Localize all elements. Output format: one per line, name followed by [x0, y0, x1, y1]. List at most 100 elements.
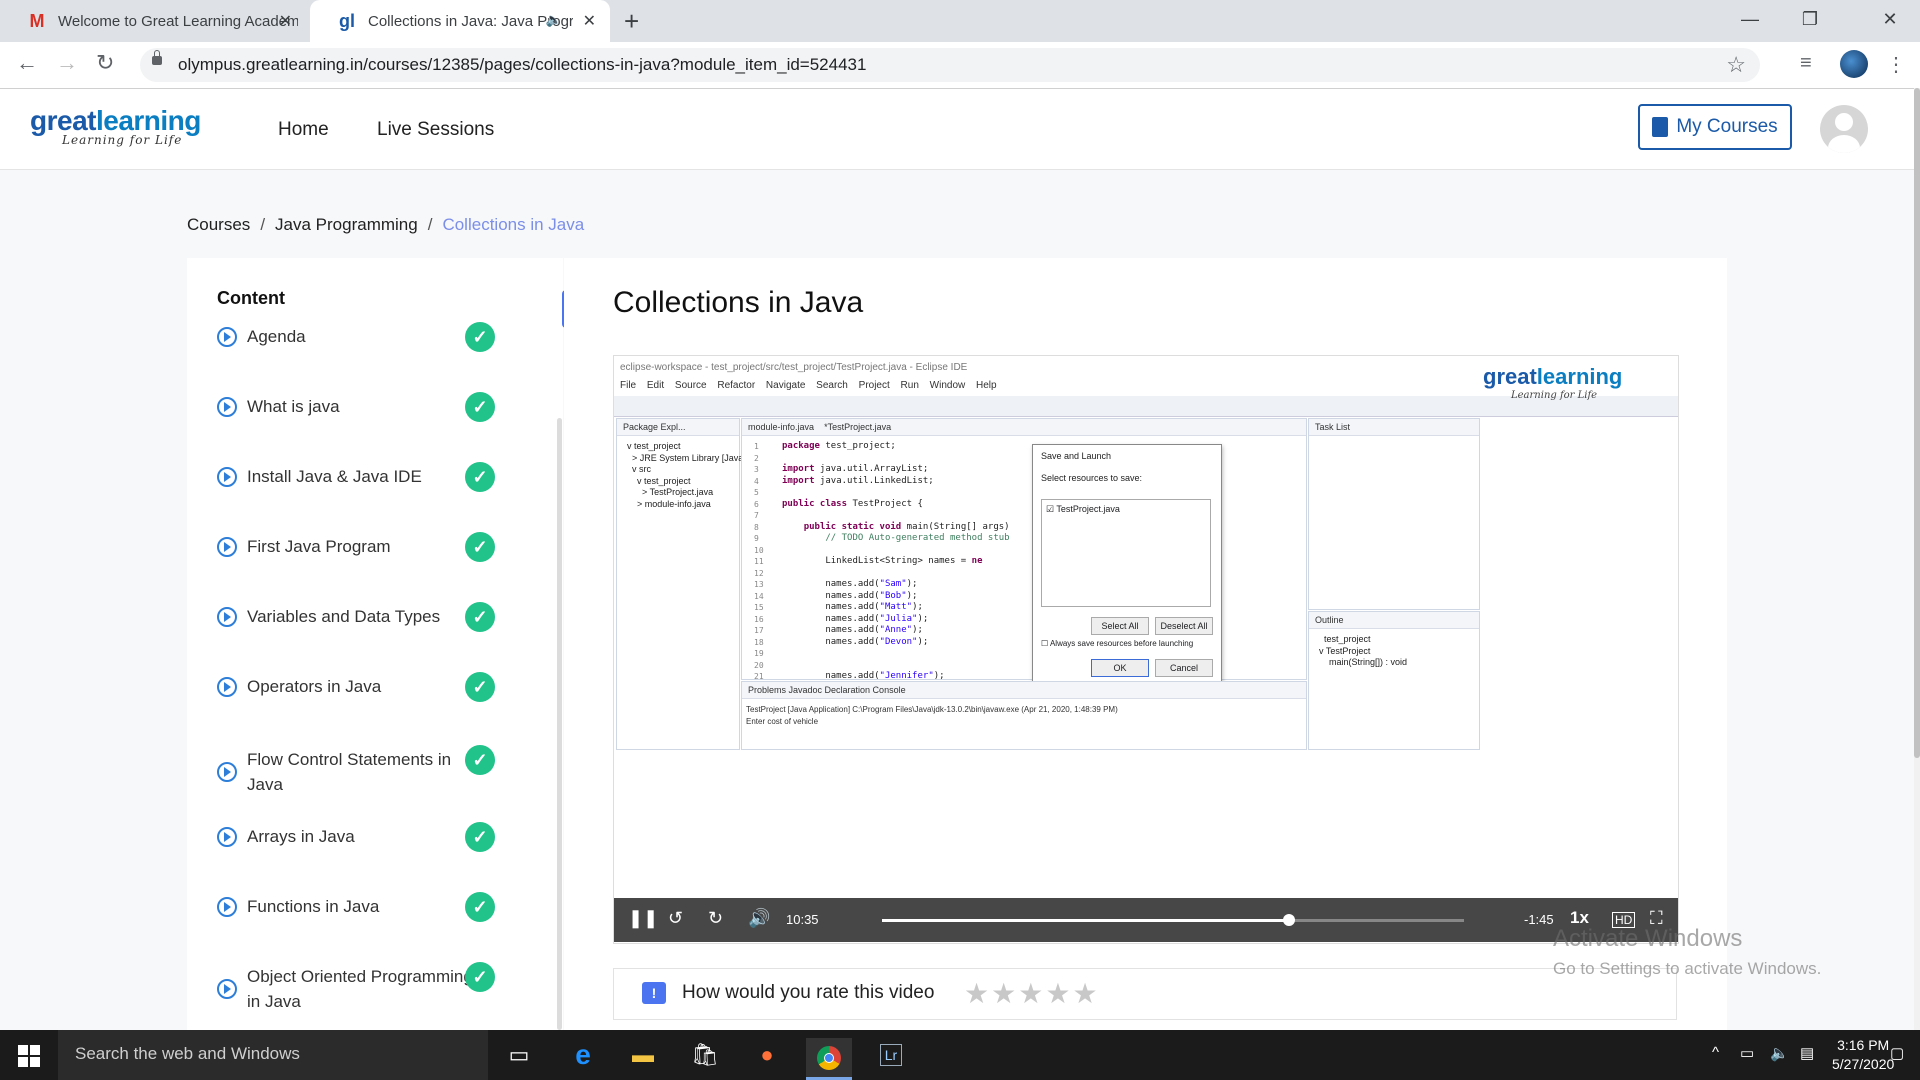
tab-collections-in-java[interactable]: gl Collections in Java: Java Programming… — [310, 0, 610, 42]
outline-tree: test_project v TestProject main(String[]… — [1319, 634, 1408, 667]
star-icon[interactable]: ★ — [991, 978, 1018, 1009]
bookmark-star-icon[interactable]: ☆ — [1726, 52, 1746, 78]
forward-icon[interactable]: → — [56, 50, 78, 76]
windows-start-icon[interactable] — [18, 1045, 40, 1067]
restore-window-button[interactable]: ❐ — [1780, 0, 1840, 38]
dialog-always-save-label: Always save resources before launching — [1049, 639, 1194, 648]
file-explorer-icon[interactable]: ▬ — [620, 1038, 666, 1072]
dialog-cancel: Cancel — [1155, 659, 1213, 677]
volume-icon[interactable]: 🔊 — [748, 908, 770, 929]
media-queue-icon[interactable]: ≡ — [1800, 52, 1812, 75]
project-tree: v test_project > JRE System Library [Jav… — [627, 441, 758, 509]
completed-check-icon: ✓ — [465, 672, 495, 702]
video-logo-b: learning — [1536, 364, 1623, 389]
browser-menu-icon[interactable]: ⋮ — [1886, 52, 1906, 77]
close-tab-icon[interactable]: ✕ — [279, 11, 292, 31]
video-player[interactable]: eclipse-workspace - test_project/src/tes… — [613, 355, 1679, 944]
lesson-label: Operators in Java — [247, 677, 382, 696]
lesson-label: Arrays in Java — [247, 827, 355, 846]
outline-pane: Outline test_project v TestProject main(… — [1308, 611, 1480, 750]
site-header: greatlearning Learning for Life Home Liv… — [0, 89, 1915, 170]
rate-video-bar: ! How would you rate this video ★★★★★ — [613, 968, 1677, 1020]
console-pane: Problems Javadoc Declaration Console Tes… — [741, 681, 1307, 750]
editor-tab-module: module-info.java — [748, 422, 815, 432]
star-rating[interactable]: ★★★★★ — [964, 977, 1100, 1010]
rewind-icon[interactable]: ↺ — [668, 908, 683, 929]
breadcrumb-java-programming[interactable]: Java Programming — [275, 215, 418, 234]
activate-windows-watermark: Activate Windows Go to Settings to activ… — [1553, 925, 1821, 979]
my-courses-button[interactable]: My Courses — [1638, 104, 1792, 150]
dialog-ok: OK — [1091, 659, 1149, 677]
console-tabs: Problems Javadoc Declaration Console — [742, 682, 1306, 699]
task-list-pane: Task List — [1308, 418, 1480, 610]
line-numbers: 1 2 3 4 5 6 7 8 9 10 11 12 13 14 15 16 1… — [754, 442, 764, 716]
reload-icon[interactable]: ↻ — [96, 50, 114, 76]
taskbar-clock[interactable]: 3:16 PM 5/27/2020 — [1832, 1036, 1894, 1074]
breadcrumb: Courses / Java Programming / Collections in … — [187, 215, 585, 234]
address-bar[interactable]: olympus.greatlearning.in/courses/12385/p… — [140, 48, 1760, 82]
forward-icon[interactable]: ↻ — [708, 908, 723, 929]
star-icon[interactable]: ★ — [1045, 978, 1072, 1009]
minimize-window-button[interactable]: — — [1720, 0, 1780, 38]
pause-icon[interactable]: ❚❚ — [628, 908, 658, 929]
play-circle-icon — [217, 536, 237, 557]
star-icon[interactable]: ★ — [1018, 978, 1045, 1009]
edge-icon[interactable]: e — [560, 1038, 606, 1072]
feedback-icon: ! — [642, 982, 666, 1004]
back-icon[interactable]: ← — [16, 50, 38, 76]
lesson-label: What is java — [247, 397, 340, 416]
firefox-icon[interactable]: ● — [744, 1038, 790, 1072]
close-tab-icon[interactable]: ✕ — [583, 11, 596, 31]
speaker-icon[interactable]: 🔈 — [546, 12, 562, 28]
my-courses-label: My Courses — [1676, 116, 1778, 137]
book-icon — [1652, 117, 1669, 137]
play-circle-icon — [217, 979, 237, 999]
chrome-icon[interactable] — [806, 1038, 852, 1080]
page-scrollbar[interactable] — [1914, 88, 1920, 1030]
dialog-resource-item: TestProject.java — [1056, 504, 1120, 514]
video-greatlearning-logo: greatlearning Learning for Life — [1483, 364, 1622, 401]
taskbar-search-box[interactable]: Search the web and Windows — [58, 1030, 488, 1080]
store-icon[interactable]: 🛍 — [682, 1038, 728, 1072]
lock-icon — [152, 50, 162, 65]
greatlearning-logo[interactable]: greatlearning Learning for Life — [30, 105, 201, 147]
language-icon[interactable]: ▤ — [1800, 1044, 1814, 1062]
sidebar-scrollbar[interactable] — [557, 418, 562, 1030]
play-circle-icon — [217, 762, 237, 782]
nav-home[interactable]: Home — [278, 119, 329, 141]
battery-icon[interactable]: ▭ — [1740, 1044, 1754, 1062]
editor-pane: module-info.java *TestProject.java 1 2 3… — [741, 418, 1307, 716]
video-progress-knob[interactable] — [1283, 914, 1296, 926]
video-progress-track[interactable] — [882, 914, 1464, 926]
ide-window-title: eclipse-workspace - test_project/src/tes… — [620, 362, 968, 373]
url-text[interactable]: olympus.greatlearning.in/courses/12385/p… — [178, 55, 866, 75]
tray-overflow-icon[interactable]: ^ — [1712, 1044, 1719, 1061]
star-icon[interactable]: ★ — [964, 978, 991, 1009]
windows-taskbar: Search the web and Windows ▭ e ▬ 🛍 ● Lr … — [0, 1030, 1920, 1080]
star-icon[interactable]: ★ — [1072, 978, 1099, 1009]
editor-tab-project: *TestProject.java — [824, 422, 892, 432]
package-explorer-tab: Package Expl... — [617, 419, 739, 436]
dialog-resource-list: ☑ TestProject.java — [1041, 499, 1211, 607]
lesson-label: Variables and Data Types — [247, 607, 441, 626]
user-avatar[interactable] — [1820, 105, 1868, 153]
browser-profile-avatar[interactable] — [1840, 50, 1868, 78]
completed-check-icon: ✓ — [465, 892, 495, 922]
task-view-icon[interactable]: ▭ — [496, 1038, 542, 1072]
dialog-always-save: ☐ Always save resources before launching — [1041, 639, 1194, 648]
new-tab-button[interactable]: + — [624, 6, 639, 37]
notifications-icon[interactable]: ▢ — [1890, 1044, 1904, 1062]
tab-gmail[interactable]: M Welcome to Great Learning Academy ✕ — [0, 0, 306, 42]
play-circle-icon — [217, 326, 237, 347]
close-window-button[interactable]: ✕ — [1860, 0, 1920, 38]
outline-tab: Outline — [1309, 612, 1479, 629]
volume-tray-icon[interactable]: 🔈 — [1770, 1044, 1789, 1062]
breadcrumb-courses[interactable]: Courses — [187, 215, 250, 234]
elapsed-time: 10:35 — [786, 912, 819, 927]
lightroom-icon[interactable]: Lr — [868, 1038, 914, 1072]
logo-text-a: great — [30, 105, 96, 136]
greatlearning-icon: gl — [339, 10, 355, 31]
rate-prompt: How would you rate this video — [682, 982, 935, 1003]
lesson-label: Flow Control Statements in Java — [247, 750, 452, 794]
nav-live-sessions[interactable]: Live Sessions — [377, 119, 494, 141]
